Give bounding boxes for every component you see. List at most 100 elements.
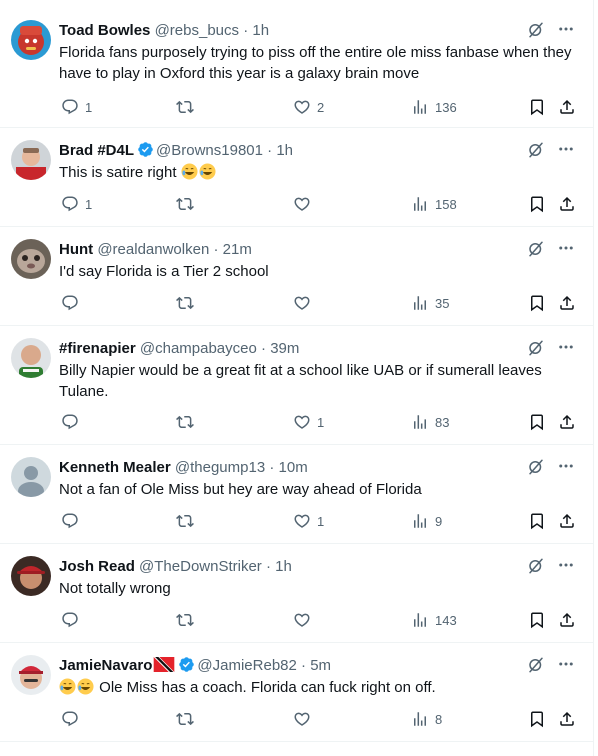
avatar[interactable] — [11, 239, 51, 279]
more-icon[interactable] — [557, 239, 575, 257]
timestamp[interactable]: 1h — [252, 22, 269, 39]
handle[interactable]: @TheDownStriker — [139, 558, 262, 575]
more-icon[interactable] — [557, 338, 575, 356]
display-name[interactable]: Josh Read — [59, 558, 135, 575]
share-button[interactable] — [558, 511, 576, 531]
like-button[interactable] — [293, 610, 311, 630]
handle[interactable]: @thegump13 — [175, 459, 265, 476]
reply-tweet[interactable]: Josh Read @TheDownStriker · 1h Not total… — [0, 544, 593, 643]
views-button[interactable]: 83 — [411, 412, 449, 432]
reply-tweet[interactable]: Toad Bowles @rebs_bucs · 1h Florida fans… — [0, 8, 593, 128]
display-name[interactable]: JamieNavaro — [59, 657, 152, 674]
timestamp[interactable]: 21m — [223, 241, 252, 258]
reply-button[interactable] — [61, 511, 79, 531]
share-button[interactable] — [558, 412, 576, 432]
reply-button[interactable] — [61, 709, 79, 729]
reply-tweet[interactable]: JamieNavaro @JamieReb82 · 5m Ole Miss has… — [0, 643, 593, 742]
share-button[interactable] — [558, 709, 576, 729]
bookmark-icon — [528, 195, 546, 213]
reply-tweet[interactable]: Hunt @realdanwolken · 21m I'd say Florid… — [0, 227, 593, 326]
share-button[interactable] — [558, 97, 576, 117]
display-name[interactable]: Hunt — [59, 241, 93, 258]
display-name[interactable]: Brad #D4L — [59, 142, 134, 159]
bookmark-button[interactable] — [528, 293, 546, 313]
like-button[interactable] — [293, 709, 311, 729]
bookmark-button[interactable] — [528, 412, 546, 432]
bookmark-button[interactable] — [528, 709, 546, 729]
display-name[interactable]: #firenapier — [59, 340, 136, 357]
grok-icon[interactable] — [527, 240, 545, 258]
bookmark-button[interactable] — [528, 610, 546, 630]
handle[interactable]: @realdanwolken — [97, 241, 209, 258]
like-button[interactable]: 1 — [293, 412, 324, 432]
separator-dot: · — [267, 142, 273, 159]
grok-icon[interactable] — [527, 557, 545, 575]
like-button[interactable]: 1 — [293, 511, 324, 531]
more-icon[interactable] — [557, 20, 575, 38]
heart-icon — [293, 413, 311, 431]
views-button[interactable]: 35 — [411, 293, 449, 313]
share-button[interactable] — [558, 293, 576, 313]
handle[interactable]: @JamieReb82 — [197, 657, 296, 674]
reply-icon — [61, 611, 79, 629]
timestamp[interactable]: 10m — [279, 459, 308, 476]
timestamp[interactable]: 39m — [270, 340, 299, 357]
grok-icon[interactable] — [527, 21, 545, 39]
reply-tweet[interactable]: Kenneth Mealer @thegump13 · 10m Not a fa… — [0, 445, 593, 544]
handle[interactable]: @rebs_bucs — [155, 22, 239, 39]
share-icon — [558, 195, 576, 213]
views-button[interactable]: 9 — [411, 511, 442, 531]
bookmark-button[interactable] — [528, 511, 546, 531]
more-icon[interactable] — [557, 457, 575, 475]
retweet-button[interactable] — [176, 194, 194, 214]
views-button[interactable]: 136 — [411, 97, 457, 117]
display-name[interactable]: Toad Bowles — [59, 22, 150, 39]
reply-button[interactable] — [61, 610, 79, 630]
handle[interactable]: @champabayceo — [140, 340, 257, 357]
avatar[interactable] — [11, 556, 51, 596]
grok-icon[interactable] — [527, 339, 545, 357]
views-button[interactable]: 143 — [411, 610, 457, 630]
reply-tweet[interactable]: #firenapier @champabayceo · 39m Billy Na… — [0, 326, 593, 445]
retweet-button[interactable] — [176, 97, 194, 117]
avatar[interactable] — [11, 457, 51, 497]
avatar[interactable] — [11, 338, 51, 378]
retweet-button[interactable] — [176, 412, 194, 432]
reply-button[interactable]: 1 — [61, 97, 92, 117]
avatar[interactable] — [11, 20, 51, 60]
more-icon[interactable] — [557, 140, 575, 158]
retweet-button[interactable] — [176, 709, 194, 729]
retweet-button[interactable] — [176, 610, 194, 630]
grok-icon[interactable] — [527, 458, 545, 476]
display-name[interactable]: Kenneth Mealer — [59, 459, 171, 476]
more-icon[interactable] — [557, 556, 575, 574]
reply-button[interactable]: 1 — [61, 194, 92, 214]
bookmark-button[interactable] — [528, 97, 546, 117]
views-button[interactable]: 8 — [411, 709, 442, 729]
reply-button[interactable] — [61, 293, 79, 313]
reply-tweet[interactable]: Brad #D4L @Browns19801 · 1h This is satir… — [0, 128, 593, 227]
bookmark-icon — [528, 98, 546, 116]
more-icon[interactable] — [557, 655, 575, 673]
avatar[interactable] — [11, 140, 51, 180]
bookmark-icon — [528, 512, 546, 530]
retweet-button[interactable] — [176, 293, 194, 313]
timestamp[interactable]: 1h — [276, 142, 293, 159]
share-button[interactable] — [558, 610, 576, 630]
verified-badge-icon[interactable] — [137, 141, 154, 163]
handle[interactable]: @Browns19801 — [156, 142, 263, 159]
views-button[interactable]: 158 — [411, 194, 457, 214]
reply-button[interactable] — [61, 412, 79, 432]
grok-icon[interactable] — [527, 656, 545, 674]
share-button[interactable] — [558, 194, 576, 214]
timestamp[interactable]: 1h — [275, 558, 292, 575]
like-button[interactable]: 2 — [293, 97, 324, 117]
retweet-button[interactable] — [176, 511, 194, 531]
like-button[interactable] — [293, 194, 311, 214]
avatar[interactable] — [11, 655, 51, 695]
grok-icon[interactable] — [527, 141, 545, 159]
bookmark-button[interactable] — [528, 194, 546, 214]
verified-badge-icon[interactable] — [178, 656, 195, 678]
like-button[interactable] — [293, 293, 311, 313]
timestamp[interactable]: 5m — [310, 657, 331, 674]
